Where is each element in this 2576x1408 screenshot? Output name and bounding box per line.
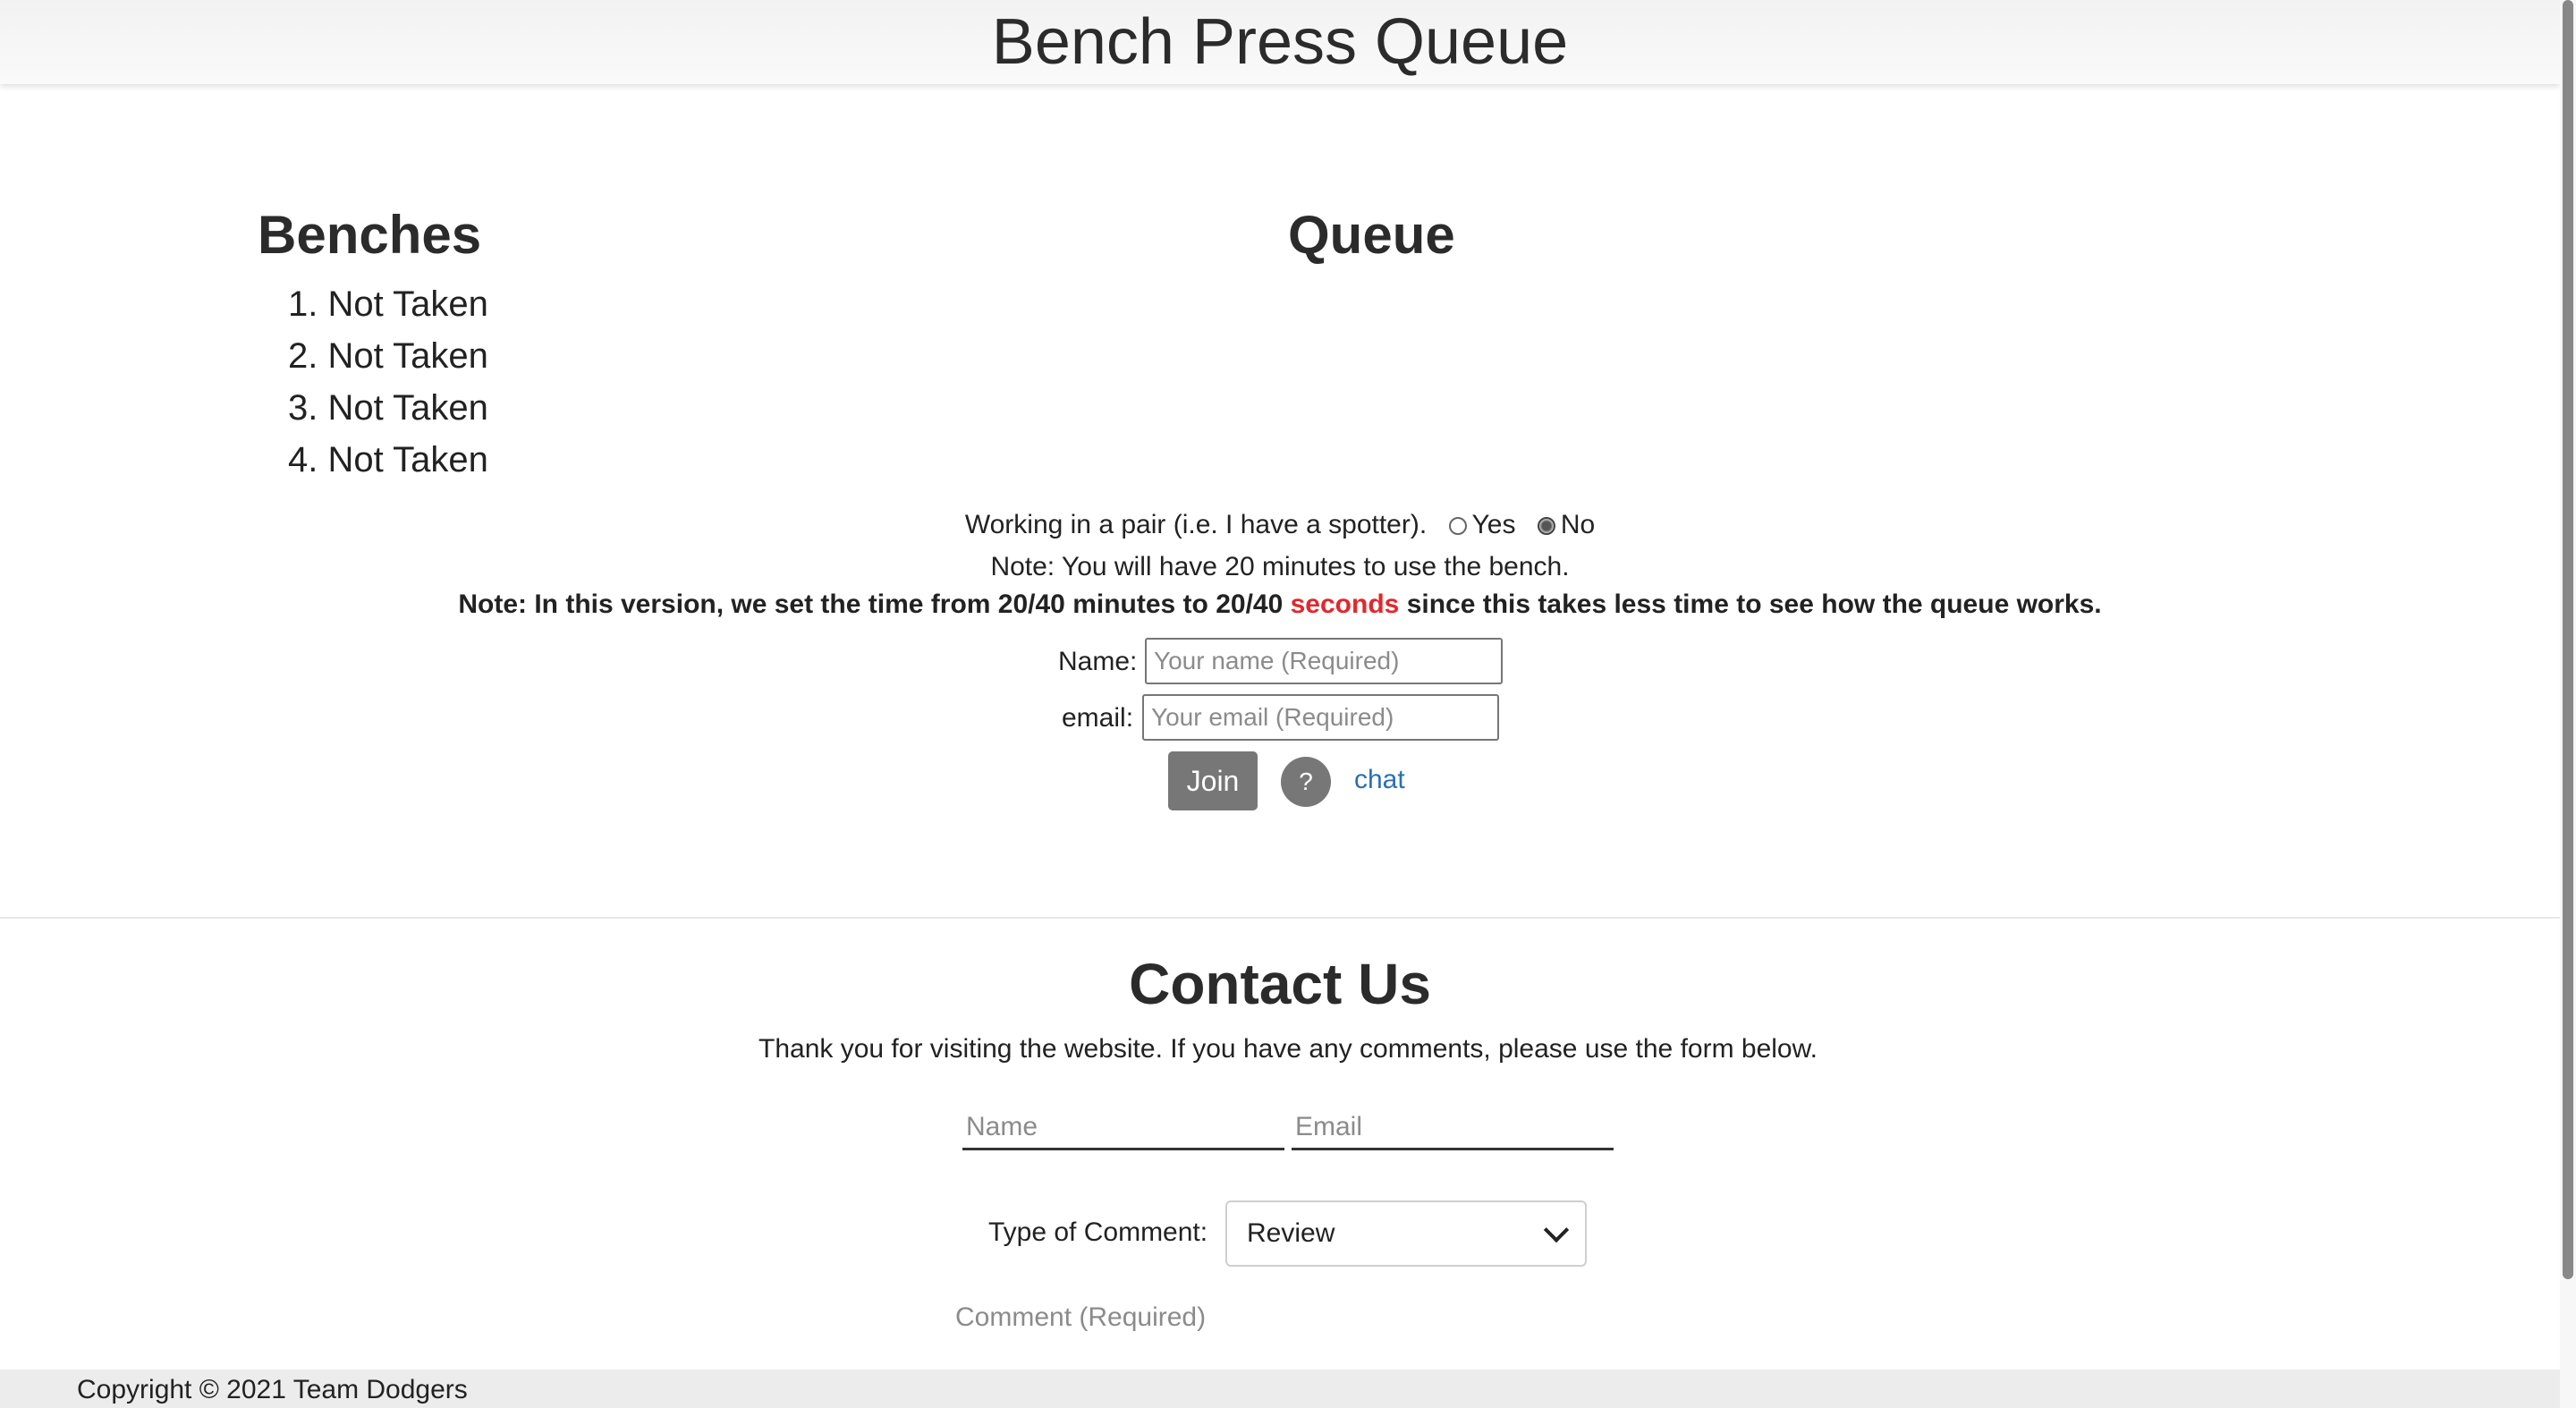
seconds-highlight: seconds — [1290, 589, 1400, 619]
scrollbar-thumb[interactable] — [2563, 0, 2573, 1279]
pair-yes-label[interactable]: Yes — [1472, 510, 1516, 539]
contact-title: Contact Us — [1129, 952, 1431, 1016]
contact-description: Thank you for visiting the website. If y… — [758, 1034, 1818, 1064]
contact-email-input[interactable] — [1292, 1106, 1614, 1150]
time-note: Note: You will have 20 minutes to use th… — [990, 552, 1570, 581]
bench-status: Not Taken — [327, 440, 488, 479]
bench-list: 1. Not Taken 2. Not Taken 3. Not Taken 4… — [258, 278, 488, 486]
bench-item: 4. Not Taken — [288, 440, 488, 479]
page-title: Bench Press Queue — [991, 6, 1569, 78]
comment-type-select[interactable]: Review — [1225, 1200, 1587, 1267]
bench-status: Not Taken — [327, 336, 488, 376]
scrollbar-track[interactable] — [2560, 0, 2576, 1408]
queue-title: Queue — [1288, 205, 1455, 265]
top-header: Bench Press Queue — [0, 0, 2560, 84]
name-input[interactable] — [1145, 638, 1503, 684]
email-input[interactable] — [1142, 694, 1499, 741]
page: Bench Press Queue Benches 1. Not Taken 2… — [0, 0, 2576, 1408]
bench-item: 3. Not Taken — [288, 388, 488, 428]
version-note: Note: In this version, we set the time f… — [458, 589, 2102, 619]
chevron-down-icon — [1543, 1217, 1570, 1243]
benches-section: Benches 1. Not Taken 2. Not Taken 3. Not… — [258, 204, 488, 486]
help-icon[interactable]: ? — [1281, 757, 1331, 807]
comment-type-label: Type of Comment: — [988, 1217, 1208, 1247]
name-label: Name: — [1058, 647, 1138, 676]
copyright-text: Copyright © 2021 Team Dodgers — [77, 1375, 468, 1404]
pair-yes-radio[interactable] — [1448, 517, 1467, 535]
pair-row: Working in a pair (i.e. I have a spotter… — [0, 510, 2560, 540]
footer: Copyright © 2021 Team Dodgers — [0, 1370, 2560, 1408]
pair-prompt: Working in a pair (i.e. I have a spotter… — [964, 510, 1428, 539]
comment-field[interactable]: Comment (Required) — [955, 1302, 1206, 1333]
pair-no-label[interactable]: No — [1561, 510, 1595, 539]
contact-name-input[interactable] — [962, 1106, 1284, 1150]
join-button[interactable]: Join — [1168, 751, 1258, 810]
chat-link[interactable]: chat — [1354, 765, 1405, 795]
comment-type-value: Review — [1247, 1218, 1335, 1248]
bench-item: 2. Not Taken — [288, 336, 488, 376]
section-divider — [0, 917, 2560, 919]
bench-status: Not Taken — [327, 388, 488, 428]
email-label: email: — [1062, 703, 1134, 733]
pair-no-radio[interactable] — [1537, 517, 1555, 535]
bench-status: Not Taken — [327, 284, 488, 324]
bench-item: 1. Not Taken — [288, 284, 488, 324]
benches-title: Benches — [258, 205, 482, 265]
